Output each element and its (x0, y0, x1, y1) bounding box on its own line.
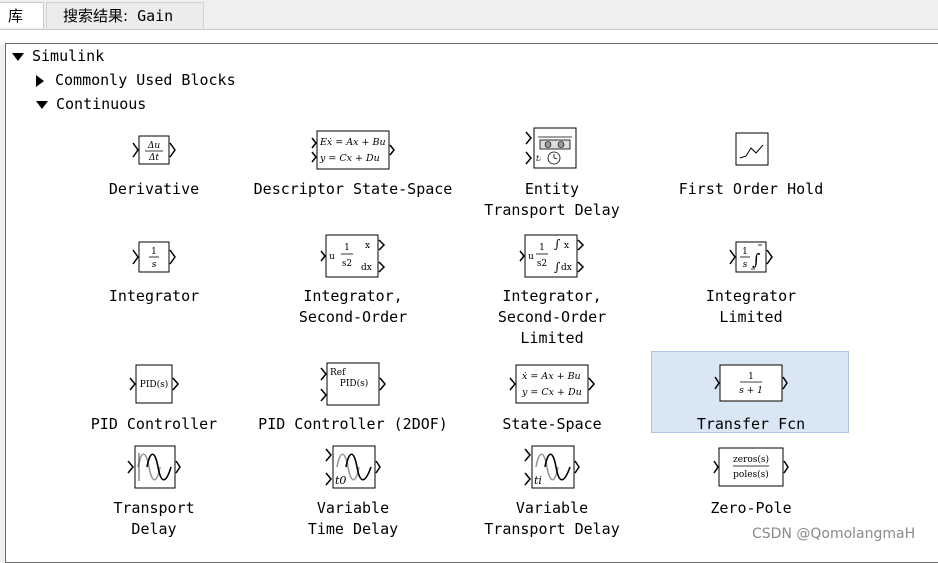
tree-node-continuous[interactable]: Continuous (36, 94, 146, 114)
descriptor-state-space-icon: Eẋ = Ax + Bu y = Cx + Du (311, 130, 395, 170)
block-variable-transport-delay[interactable]: ti Variable Transport Delay (452, 444, 652, 544)
block-label: Transport Delay (113, 499, 195, 538)
svg-text:dx: dx (361, 263, 372, 273)
transport-delay-icon (127, 445, 181, 489)
block-label: Transfer Fcn (696, 415, 806, 433)
svg-text:u: u (528, 252, 534, 262)
block-pid-controller-2dof[interactable]: Ref PID(s) PID Controller (2DOF) (253, 359, 453, 439)
tab-bar: 库 搜索结果: Gain (0, 0, 938, 44)
integrator-icon: 1 s (132, 241, 176, 273)
svg-text:1: 1 (539, 243, 545, 253)
svg-text:s2: s2 (537, 259, 547, 269)
block-label: Variable Time Delay (307, 499, 399, 538)
svg-text:u: u (329, 252, 335, 262)
tab-search-results[interactable]: 搜索结果: Gain (46, 2, 204, 28)
svg-text:x: x (564, 241, 569, 251)
block-label: Integrator (108, 287, 200, 305)
block-label: Integrator, Second-Order (298, 287, 408, 326)
block-transfer-fcn[interactable]: 1 s + 1 Transfer Fcn (651, 359, 851, 439)
svg-text:s: s (743, 260, 748, 270)
block-state-space[interactable]: ẋ = Ax + Bu y = Cx + Du State-Space (452, 359, 652, 439)
tree-node-label: Commonly Used Blocks (55, 71, 236, 89)
tree-node-label: Simulink (32, 47, 105, 65)
svg-text:1: 1 (344, 243, 350, 253)
tab-underline (0, 29, 938, 44)
tab-search-query: Gain (137, 7, 174, 25)
svg-text:∫: ∫ (554, 260, 561, 274)
transfer-fcn-icon: 1 s + 1 (714, 364, 788, 402)
svg-text:1: 1 (151, 247, 157, 257)
svg-text:s2: s2 (342, 259, 352, 269)
tree-node-label: Continuous (56, 95, 147, 113)
block-label: Integrator, Second-Order Limited (497, 287, 607, 347)
svg-text:dx: dx (561, 263, 572, 273)
block-entity-transport-delay[interactable]: tᵢ Entity Transport Delay (452, 126, 652, 226)
expand-triangle-icon[interactable] (12, 52, 24, 61)
block-integrator-limited[interactable]: 1 s ∫ Integrator Limited (651, 233, 851, 343)
svg-text:x: x (365, 241, 370, 251)
block-derivative[interactable]: Δu Δt Derivative (54, 126, 254, 226)
zero-pole-icon: zeros(s) poles(s) (713, 447, 789, 487)
svg-text:1: 1 (748, 372, 754, 382)
svg-text:poles(s): poles(s) (733, 469, 769, 480)
block-label: Integrator Limited (705, 287, 797, 326)
block-first-order-hold[interactable]: First Order Hold (651, 126, 851, 226)
variable-transport-delay-icon: ti (524, 445, 580, 489)
collapse-triangle-icon[interactable] (36, 74, 44, 87)
svg-text:tᵢ: tᵢ (536, 154, 541, 163)
integrator-second-order-limited-icon: u 1 s2 ∫ x ∫ dx (519, 234, 585, 278)
svg-text:y = Cx + Du: y = Cx + Du (319, 153, 380, 164)
svg-text:t0: t0 (335, 474, 346, 487)
pid-controller-2dof-icon: Ref PID(s) (320, 362, 386, 406)
tab-search-prefix: 搜索结果: (63, 7, 129, 25)
state-space-icon: ẋ = Ax + Bu y = Cx + Du (509, 364, 595, 404)
derivative-block-icon: Δu Δt (132, 135, 176, 165)
svg-text:1: 1 (742, 247, 748, 257)
block-label: PID Controller (90, 415, 218, 433)
svg-text:ẋ = Ax + Bu: ẋ = Ax + Bu (522, 371, 581, 382)
svg-text:PID(s): PID(s) (340, 378, 368, 389)
block-label: Derivative (108, 180, 200, 198)
first-order-hold-icon (735, 132, 769, 166)
svg-text:Ref: Ref (330, 368, 346, 378)
pid-controller-icon: PID(s) (129, 364, 179, 404)
svg-text:y = Cx + Du: y = Cx + Du (521, 387, 582, 398)
entity-transport-delay-icon: tᵢ (525, 127, 577, 169)
block-label: Entity Transport Delay (484, 180, 620, 219)
svg-text:PID(s): PID(s) (140, 379, 168, 390)
tree-node-commonly-used-blocks[interactable]: Commonly Used Blocks (36, 70, 236, 90)
block-label: Zero-Pole (710, 499, 792, 517)
block-label: Descriptor State-Space (253, 180, 453, 198)
tab-library[interactable]: 库 (0, 2, 44, 28)
block-label: State-Space (502, 415, 602, 433)
block-label: First Order Hold (678, 180, 824, 198)
svg-text:∫: ∫ (554, 237, 561, 251)
watermark: CSDN @QomolangmaH (752, 526, 916, 542)
block-pid-controller[interactable]: PID(s) PID Controller (54, 359, 254, 439)
svg-text:Δt: Δt (148, 153, 159, 163)
block-label: PID Controller (2DOF) (258, 415, 448, 433)
expand-triangle-icon[interactable] (36, 100, 48, 109)
svg-text:s: s (152, 260, 157, 270)
block-descriptor-state-space[interactable]: Eẋ = Ax + Bu y = Cx + Du Descriptor Stat… (253, 126, 453, 226)
integrator-limited-icon: 1 s ∫ (729, 241, 773, 273)
block-integrator-second-order[interactable]: u 1 s2 x dx Integrator, Second-Order (253, 233, 453, 343)
integrator-second-order-icon: u 1 s2 x dx (320, 234, 386, 278)
block-integrator-second-order-limited[interactable]: u 1 s2 ∫ x ∫ dx Integrator, Second-Order… (452, 233, 652, 353)
block-variable-time-delay[interactable]: t0 Variable Time Delay (253, 444, 453, 544)
svg-text:Δu: Δu (147, 141, 160, 151)
svg-text:zeros(s): zeros(s) (733, 454, 769, 465)
variable-time-delay-icon: t0 (325, 445, 381, 489)
block-transport-delay[interactable]: Transport Delay (54, 444, 254, 544)
svg-text:ti: ti (534, 474, 542, 487)
svg-text:Eẋ = Ax + Bu: Eẋ = Ax + Bu (319, 137, 386, 148)
block-integrator[interactable]: 1 s Integrator (54, 233, 254, 343)
svg-text:s + 1: s + 1 (739, 386, 763, 396)
tree-node-simulink[interactable]: Simulink (12, 46, 104, 66)
svg-text:∫: ∫ (752, 250, 760, 269)
block-label: Variable Transport Delay (484, 499, 620, 538)
